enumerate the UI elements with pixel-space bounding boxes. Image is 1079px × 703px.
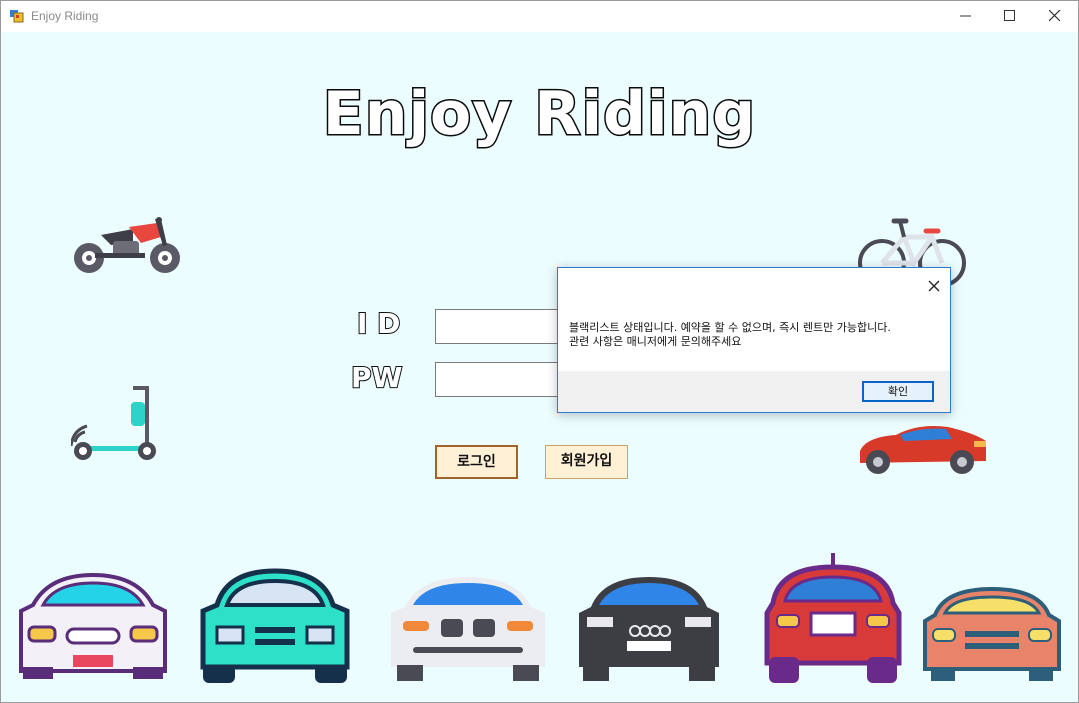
- silver-car-icon: [391, 577, 545, 681]
- orange-car-icon: [923, 586, 1061, 681]
- signup-button[interactable]: 회원가입: [545, 445, 628, 479]
- dialog-ok-button[interactable]: 확인: [862, 381, 934, 402]
- white-car-icon: [19, 572, 167, 679]
- pw-input[interactable]: [435, 362, 559, 397]
- kick-scooter-icon: [71, 386, 156, 460]
- dialog-message-line2: 관련 사항은 매니저에게 문의해주세요: [569, 335, 742, 348]
- login-button[interactable]: 로그인: [435, 445, 518, 479]
- window-title: Enjoy Riding: [31, 9, 99, 23]
- pw-label: PW: [350, 360, 403, 395]
- message-dialog: 블랙리스트 상태입니다. 예약을 할 수 없으며, 즉시 렌트만 가능합니다. …: [557, 267, 951, 413]
- id-label: I D: [356, 306, 401, 341]
- dialog-footer: 확인: [558, 371, 950, 412]
- title-bar: Enjoy Riding: [1, 1, 1078, 32]
- motorcycle-icon: [74, 217, 180, 273]
- brand-title: Enjoy Riding: [321, 78, 757, 151]
- app-icon: [10, 10, 24, 23]
- maximize-icon: [1004, 10, 1015, 21]
- id-input[interactable]: [435, 309, 559, 344]
- audi-car-icon: [579, 577, 719, 681]
- close-icon: [1049, 10, 1061, 22]
- teal-car-icon: [200, 568, 350, 683]
- dialog-message: 블랙리스트 상태입니다. 예약을 할 수 없으며, 즉시 렌트만 가능합니다. …: [569, 321, 891, 349]
- minimize-button[interactable]: [943, 1, 989, 32]
- minimize-icon: [960, 15, 971, 17]
- sports-car-icon: [860, 426, 986, 474]
- maximize-button[interactable]: [987, 1, 1033, 32]
- red-suv-icon: [764, 553, 902, 683]
- dialog-close-icon[interactable]: [924, 276, 944, 296]
- app-window: Enjoy Riding Enjoy Riding I D PW 로그인 회원가…: [0, 0, 1079, 703]
- close-button[interactable]: [1032, 1, 1078, 32]
- dialog-message-line1: 블랙리스트 상태입니다. 예약을 할 수 없으며, 즉시 렌트만 가능합니다.: [569, 321, 891, 334]
